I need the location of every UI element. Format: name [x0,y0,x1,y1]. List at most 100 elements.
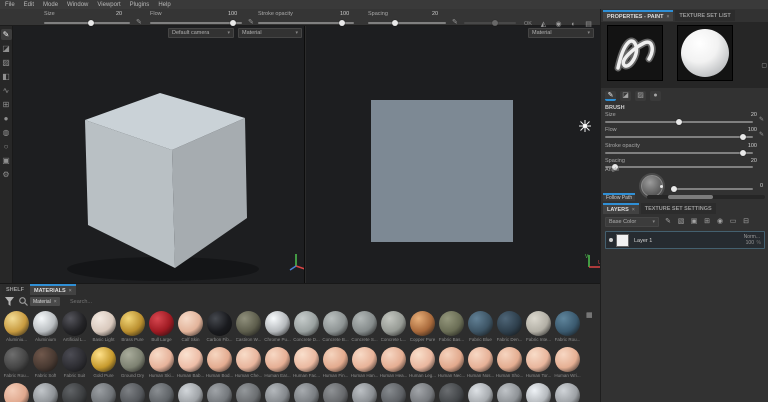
material-item[interactable]: Chrome Pu... [263,311,292,342]
material-item[interactable]: Human Han... [350,347,379,378]
material-item[interactable]: Human Bod... [205,347,234,378]
quick-mask-tool[interactable]: ○ [1,141,12,152]
material-item[interactable]: Fabric Rou... [2,347,31,378]
param-slider-stroke-opacity[interactable] [258,20,354,26]
brush-stroke-preview[interactable] [607,25,663,81]
param-slider-stroke-opacity[interactable] [605,150,753,156]
material-item[interactable]: Pewter Pu... [495,383,524,402]
delete-layer-icon[interactable]: ⊟ [741,217,751,227]
add-effect-icon[interactable]: ✎ [663,217,673,227]
tab-texture-set-settings[interactable]: TEXTURE SET SETTINGS [640,203,716,214]
tab-materials[interactable]: MATERIALS × [30,284,76,295]
close-icon[interactable]: × [666,14,669,20]
material-item[interactable]: Human Sho... [495,347,524,378]
material-item[interactable]: Basic Light [89,311,118,342]
material-item[interactable]: Human Tor... [524,347,553,378]
add-fill-layer-icon[interactable]: ▣ [689,217,699,227]
scrollbar-thumb[interactable] [668,195,714,199]
material-item[interactable]: Iron Wor... [379,383,408,402]
pressure-pen-icon[interactable]: ✎ [759,116,764,123]
slider-knob[interactable] [392,20,399,26]
menu-item-file[interactable]: File [5,2,15,8]
slider-knob[interactable] [739,134,746,140]
tab-shelf[interactable]: SHELF [2,284,29,295]
material-item[interactable]: Human Wri... [553,347,582,378]
add-mask-icon[interactable]: ▧ [676,217,686,227]
eraser-icon[interactable]: ◪ [620,91,631,101]
particles-tool[interactable]: ● [1,113,12,124]
angle-dial[interactable] [641,175,663,197]
display-settings-tool[interactable]: ▣ [1,155,12,166]
material-item[interactable]: Brass Pure [118,311,147,342]
material-item[interactable]: Nickel Pure [466,383,495,402]
material-item[interactable]: Concrete B... [321,311,350,342]
material-item[interactable]: Iron Dirty [89,383,118,402]
material-item[interactable]: Iron Old [147,383,176,402]
tab-follow-path[interactable]: Follow Path [603,193,636,201]
pressure-pen-icon[interactable]: ✎ [136,18,142,26]
layer-visibility-icon[interactable] [609,238,613,242]
material-item[interactable]: Iron Brush... [31,383,60,402]
param-slider-flow[interactable] [150,20,242,26]
material-item[interactable]: Artificial L... [60,311,89,342]
slider-knob[interactable] [339,20,346,26]
add-folder-icon[interactable]: ▭ [728,217,738,227]
layer-row[interactable]: Layer 1 Norm... 100 % [605,231,765,249]
add-layer-icon[interactable]: ⊞ [702,217,712,227]
tab-layers[interactable]: LAYERS × [603,203,639,214]
settings-tool[interactable]: ⚙ [1,169,12,180]
param-slider-flow[interactable] [605,134,753,140]
search-filter-chip[interactable]: Material × [30,297,60,306]
symmetry-icon[interactable]: ◭ [538,20,549,30]
layer-name[interactable]: Layer 1 [634,238,652,244]
projection-tool[interactable]: ▨ [1,57,12,68]
polygon-fill-tool[interactable]: ◧ [1,71,12,82]
camera-icon[interactable]: ◉ [553,20,564,30]
tab-properties-paint[interactable]: PROPERTIES - PAINT × [603,10,674,21]
material-item[interactable]: Aluminiu... [2,311,31,342]
material-item[interactable]: Human Bab... [176,347,205,378]
param-slider-spacing[interactable] [605,164,753,170]
material-item[interactable]: Concrete D... [292,311,321,342]
horizontal-scrollbar[interactable] [647,195,765,199]
environment-light-icon[interactable] [579,120,591,132]
filter-icon[interactable] [5,297,14,306]
tab-texture-set-list[interactable]: TEXTURE SET LIST [675,10,735,21]
material-item[interactable]: Human Nos... [466,347,495,378]
material-item[interactable]: Iron Raw [205,383,234,402]
material-item[interactable]: Iron Forge [118,383,147,402]
grid-view-icon[interactable]: ▦ [586,311,593,319]
camera-dropdown[interactable]: Default camera ▾ [168,28,234,38]
preview-options-icon[interactable]: ▢ [761,62,767,69]
material-item[interactable]: Iron Rust... [234,383,263,402]
param-slider-size[interactable] [605,119,753,125]
paint-tool[interactable]: ✎ [0,29,12,40]
material-item[interactable]: Concrete S... [350,311,379,342]
material-item[interactable]: Copper Pure [408,311,437,342]
viewport-3d[interactable]: Default camera ▾ Material ▾ [13,26,305,283]
material-item[interactable]: Bull Large [147,311,176,342]
menu-item-edit[interactable]: Edit [24,2,34,8]
layer-opacity[interactable]: 100 [746,240,754,246]
material-item[interactable]: Fabric Den... [495,311,524,342]
menu-item-window[interactable]: Window [67,2,88,8]
material-item[interactable]: Castiron W... [234,311,263,342]
menu-item-viewport[interactable]: Viewport [97,2,120,8]
material-item[interactable]: Fabric Blue [466,311,495,342]
param-slider-spacing[interactable] [368,20,446,26]
material-item[interactable]: Carbon Fib... [205,311,234,342]
material-item[interactable]: Ground Dry [118,347,147,378]
material-preview[interactable] [677,25,733,81]
search-input[interactable]: Search... [70,299,92,305]
material-item[interactable]: Human Ski... [147,347,176,378]
material-item[interactable]: Iron Scra... [263,383,292,402]
material-item[interactable]: Aluminium [31,311,60,342]
pressure-pen-icon[interactable]: ✎ [248,18,254,26]
material-item[interactable]: Fabric Inte... [524,311,553,342]
material-item[interactable]: Human Che... [234,347,263,378]
material-item[interactable]: Human Ear... [263,347,292,378]
menu-item-help[interactable]: Help [158,2,170,8]
material-picker-tool[interactable]: ◍ [1,127,12,138]
material-item[interactable]: Fabric Rou... [553,311,582,342]
clone-tool[interactable]: ⊞ [1,99,12,110]
